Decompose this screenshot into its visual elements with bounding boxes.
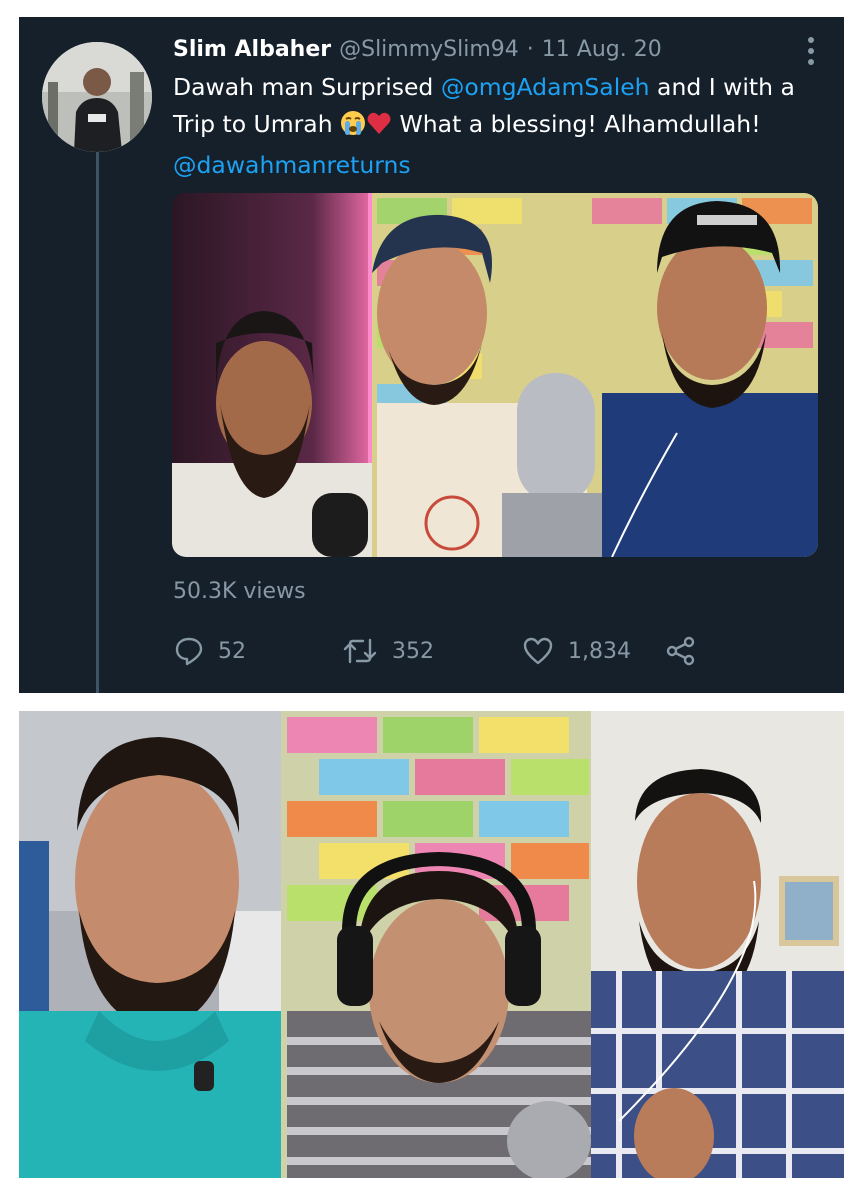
video-thumbnail[interactable] bbox=[172, 193, 818, 557]
retweet-count: 352 bbox=[392, 638, 434, 664]
view-count: 50.3K views bbox=[173, 579, 306, 604]
tweet-actions: 52 352 1,834 bbox=[174, 631, 697, 671]
author-name[interactable]: Slim Albaher bbox=[173, 33, 331, 67]
tweet-text-part3: What a blessing! Alhamdullah! bbox=[392, 110, 761, 138]
share-icon bbox=[665, 636, 697, 666]
screenshot-collage: Slim Albaher @SlimmySlim94 · 11 Aug. 20 … bbox=[0, 0, 865, 1200]
retweet-icon bbox=[342, 636, 378, 666]
reply-count: 52 bbox=[218, 638, 246, 664]
reply-icon bbox=[174, 636, 204, 666]
like-count: 1,834 bbox=[568, 638, 631, 664]
thread-line bbox=[96, 147, 99, 693]
tweet-date[interactable]: 11 Aug. 20 bbox=[542, 33, 662, 67]
crying-face-emoji bbox=[340, 110, 366, 147]
like-icon bbox=[522, 636, 554, 666]
frame-middle bbox=[281, 711, 591, 1178]
avatar[interactable] bbox=[42, 42, 152, 152]
mention-link-omgadamsaleh[interactable]: @omgAdamSaleh bbox=[441, 73, 650, 101]
like-button[interactable]: 1,834 bbox=[522, 636, 665, 666]
frame-left bbox=[19, 711, 281, 1178]
red-heart-emoji bbox=[366, 110, 392, 147]
mention-link-dawahmanreturns[interactable]: @dawahmanreturns bbox=[173, 151, 411, 179]
tweet-text: Dawah man Surprised @omgAdamSaleh and I … bbox=[173, 69, 823, 184]
separator-dot: · bbox=[526, 37, 534, 62]
more-vertical-icon[interactable] bbox=[806, 37, 816, 73]
frame-right bbox=[591, 711, 844, 1178]
video-frames-collage bbox=[19, 711, 844, 1178]
tweet-header: Slim Albaher @SlimmySlim94 · 11 Aug. 20 bbox=[173, 33, 823, 67]
tweet-body: Slim Albaher @SlimmySlim94 · 11 Aug. 20 … bbox=[173, 33, 823, 184]
tweet-text-part1: Dawah man Surprised bbox=[173, 73, 441, 101]
share-button[interactable] bbox=[665, 636, 697, 666]
tweet-card[interactable]: Slim Albaher @SlimmySlim94 · 11 Aug. 20 … bbox=[19, 17, 844, 693]
reply-button[interactable]: 52 bbox=[174, 636, 342, 666]
retweet-button[interactable]: 352 bbox=[342, 636, 522, 666]
author-handle[interactable]: @SlimmySlim94 bbox=[339, 33, 519, 67]
